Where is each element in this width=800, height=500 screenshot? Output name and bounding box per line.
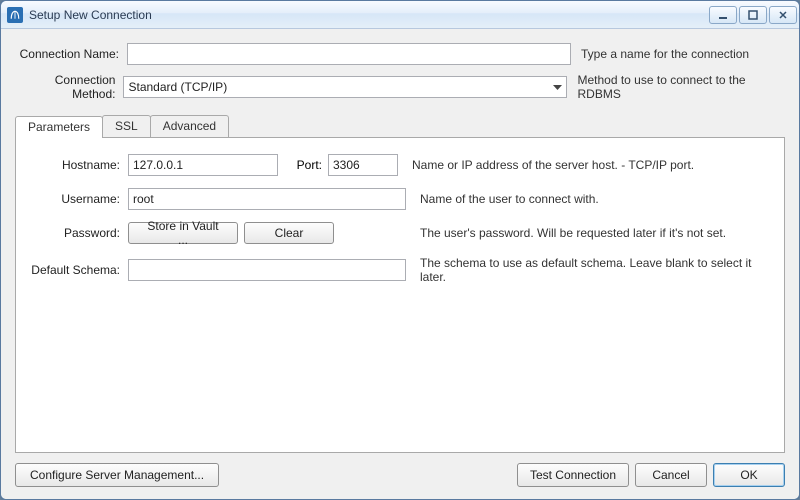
label-username: Username: [28, 192, 128, 206]
tab-parameters[interactable]: Parameters [15, 116, 103, 138]
label-hostname: Hostname: [28, 158, 128, 172]
titlebar[interactable]: Setup New Connection [1, 1, 799, 29]
maximize-button[interactable] [739, 6, 767, 24]
content-area: Connection Name: Type a name for the con… [1, 29, 799, 499]
tabs: Parameters SSL Advanced Hostname: Port: … [15, 115, 785, 453]
configure-server-management-button[interactable]: Configure Server Management... [15, 463, 219, 487]
label-default-schema: Default Schema: [28, 263, 128, 277]
hint-password: The user's password. Will be requested l… [406, 226, 772, 240]
dialog-window: Setup New Connection Connection Name: Ty… [0, 0, 800, 500]
label-port: Port: [278, 158, 328, 172]
label-connection-name: Connection Name: [15, 47, 127, 61]
window-title: Setup New Connection [29, 8, 152, 22]
cancel-button[interactable]: Cancel [635, 463, 707, 487]
connection-name-input[interactable] [127, 43, 571, 65]
port-input[interactable] [328, 154, 398, 176]
test-connection-button[interactable]: Test Connection [517, 463, 629, 487]
label-password: Password: [28, 226, 128, 240]
username-input[interactable] [128, 188, 406, 210]
row-connection-name: Connection Name: Type a name for the con… [15, 43, 785, 65]
hint-connection-name: Type a name for the connection [571, 47, 749, 61]
row-default-schema: Default Schema: The schema to use as def… [28, 256, 772, 284]
row-hostname: Hostname: Port: Name or IP address of th… [28, 154, 772, 176]
hint-username: Name of the user to connect with. [406, 192, 772, 206]
connection-method-value: Standard (TCP/IP) [128, 80, 227, 94]
hostname-input[interactable] [128, 154, 278, 176]
chevron-down-icon [553, 80, 562, 94]
label-connection-method: Connection Method: [15, 73, 123, 101]
clear-password-button[interactable]: Clear [244, 222, 334, 244]
ok-button[interactable]: OK [713, 463, 785, 487]
app-icon [7, 7, 23, 23]
row-username: Username: Name of the user to connect wi… [28, 188, 772, 210]
tabstrip: Parameters SSL Advanced [15, 115, 785, 137]
hint-default-schema: The schema to use as default schema. Lea… [406, 256, 772, 284]
tab-advanced[interactable]: Advanced [150, 115, 229, 137]
row-password: Password: Store in Vault ... Clear The u… [28, 222, 772, 244]
default-schema-input[interactable] [128, 259, 406, 281]
footer: Configure Server Management... Test Conn… [15, 453, 785, 487]
tab-ssl[interactable]: SSL [102, 115, 151, 137]
caption-buttons [709, 6, 797, 24]
row-connection-method: Connection Method: Standard (TCP/IP) Met… [15, 73, 785, 101]
hint-hostname: Name or IP address of the server host. -… [398, 158, 772, 172]
close-button[interactable] [769, 6, 797, 24]
tabpanel-parameters: Hostname: Port: Name or IP address of th… [15, 137, 785, 453]
minimize-button[interactable] [709, 6, 737, 24]
store-in-vault-button[interactable]: Store in Vault ... [128, 222, 238, 244]
connection-method-select[interactable]: Standard (TCP/IP) [123, 76, 567, 98]
hint-connection-method: Method to use to connect to the RDBMS [567, 73, 785, 101]
